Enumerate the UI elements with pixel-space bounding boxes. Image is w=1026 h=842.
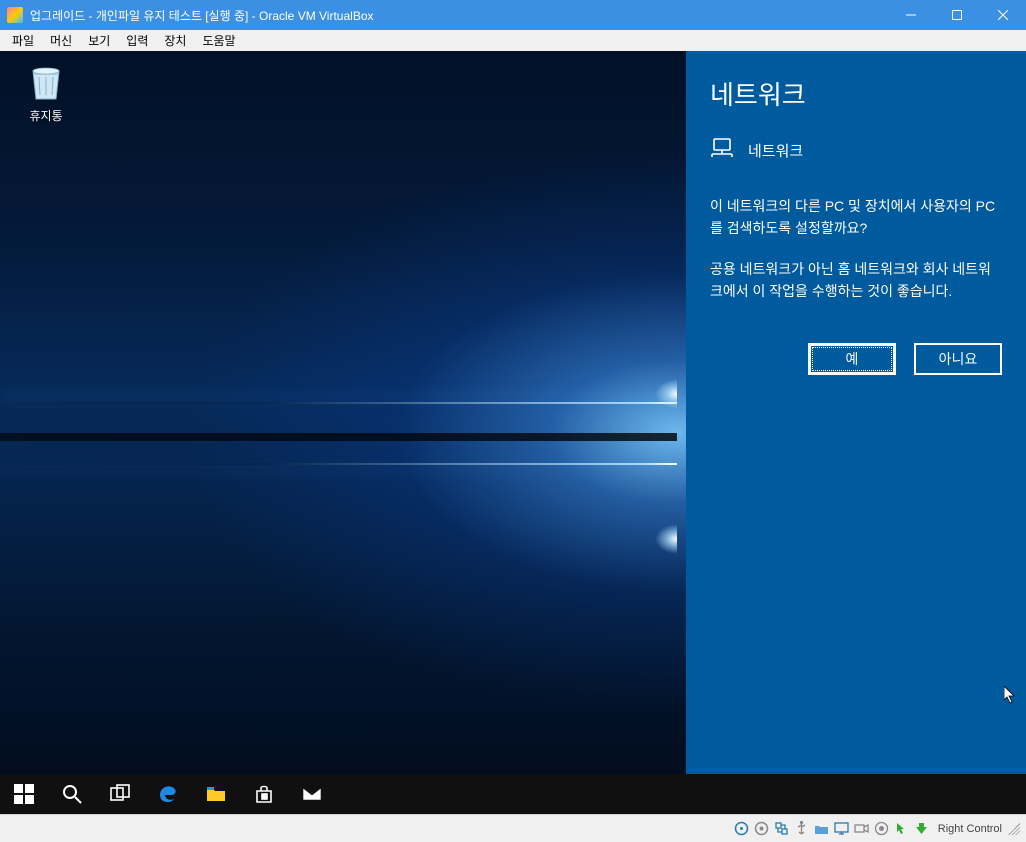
ethernet-icon (710, 138, 734, 162)
network-discovery-panel: 네트워크 네트워크 이 네트워크의 다른 PC 및 장치에서 사용자의 PC를 … (686, 51, 1026, 774)
network-adapter-icon[interactable] (774, 821, 790, 837)
titlebar: 업그레이드 - 개인파일 유지 테스트 [실행 중] - Oracle VM V… (0, 0, 1026, 30)
task-view-button[interactable] (96, 774, 144, 814)
network-panel-body: 이 네트워크의 다른 PC 및 장치에서 사용자의 PC를 검색하도록 설정할까… (710, 196, 1002, 303)
optical-drive-icon[interactable] (754, 821, 770, 837)
search-icon (61, 783, 83, 805)
network-panel-buttons: 예 아니요 (710, 343, 1002, 375)
keyboard-captured-icon[interactable] (914, 821, 930, 837)
desktop-icon-recycle-bin[interactable]: 휴지통 (14, 61, 78, 124)
store-icon (253, 783, 275, 805)
shared-folders-icon[interactable] (814, 821, 830, 837)
window-title: 업그레이드 - 개인파일 유지 테스트 [실행 중] - Oracle VM V… (30, 7, 888, 24)
windows-logo-icon (13, 783, 35, 805)
menu-machine[interactable]: 머신 (42, 30, 80, 51)
virtualbox-app-icon (7, 7, 23, 23)
edge-icon (157, 783, 179, 805)
mail-button[interactable] (288, 774, 336, 814)
close-button[interactable] (980, 0, 1026, 30)
menu-view[interactable]: 보기 (80, 30, 118, 51)
network-question-1: 이 네트워크의 다른 PC 및 장치에서 사용자의 PC를 검색하도록 설정할까… (710, 196, 1002, 239)
edge-button[interactable] (144, 774, 192, 814)
guest-additions-icon[interactable] (874, 821, 890, 837)
menubar: 파일 머신 보기 입력 장치 도움말 (0, 30, 1026, 51)
menu-file[interactable]: 파일 (4, 30, 42, 51)
network-entry: 네트워크 (710, 138, 1002, 162)
menu-devices[interactable]: 장치 (156, 30, 194, 51)
hard-disk-activity-icon[interactable] (734, 821, 750, 837)
mouse-integration-icon[interactable] (894, 821, 910, 837)
no-button[interactable]: 아니요 (914, 343, 1002, 375)
usb-icon[interactable] (794, 821, 810, 837)
network-question-2: 공용 네트워크가 아닌 홈 네트워크와 회사 네트워크에서 이 작업을 수행하는… (710, 259, 1002, 302)
video-capture-icon[interactable] (854, 821, 870, 837)
recycle-bin-icon (25, 61, 67, 103)
vbox-statusbar: Right Control (0, 814, 1026, 842)
start-button[interactable] (0, 774, 48, 814)
minimize-button[interactable] (888, 0, 934, 30)
store-button[interactable] (240, 774, 288, 814)
resize-grip-icon[interactable] (1008, 823, 1020, 835)
mail-icon (301, 783, 323, 805)
menu-input[interactable]: 입력 (118, 30, 156, 51)
network-panel-heading: 네트워크 (710, 75, 1002, 112)
task-view-icon (109, 783, 131, 805)
folder-icon (205, 783, 227, 805)
yes-button[interactable]: 예 (808, 343, 896, 375)
file-explorer-button[interactable] (192, 774, 240, 814)
desktop-icon-label: 휴지통 (14, 107, 78, 124)
host-key-indicator[interactable]: Right Control (938, 823, 1002, 835)
menu-help[interactable]: 도움말 (194, 30, 243, 51)
search-button[interactable] (48, 774, 96, 814)
taskbar (0, 774, 1026, 814)
maximize-button[interactable] (934, 0, 980, 30)
vm-display[interactable]: 휴지통 네트워크 네트워크 이 네트워크의 다른 PC 및 장치에서 사용자의 … (0, 51, 1026, 814)
display-icon[interactable] (834, 821, 850, 837)
network-name: 네트워크 (748, 140, 803, 161)
